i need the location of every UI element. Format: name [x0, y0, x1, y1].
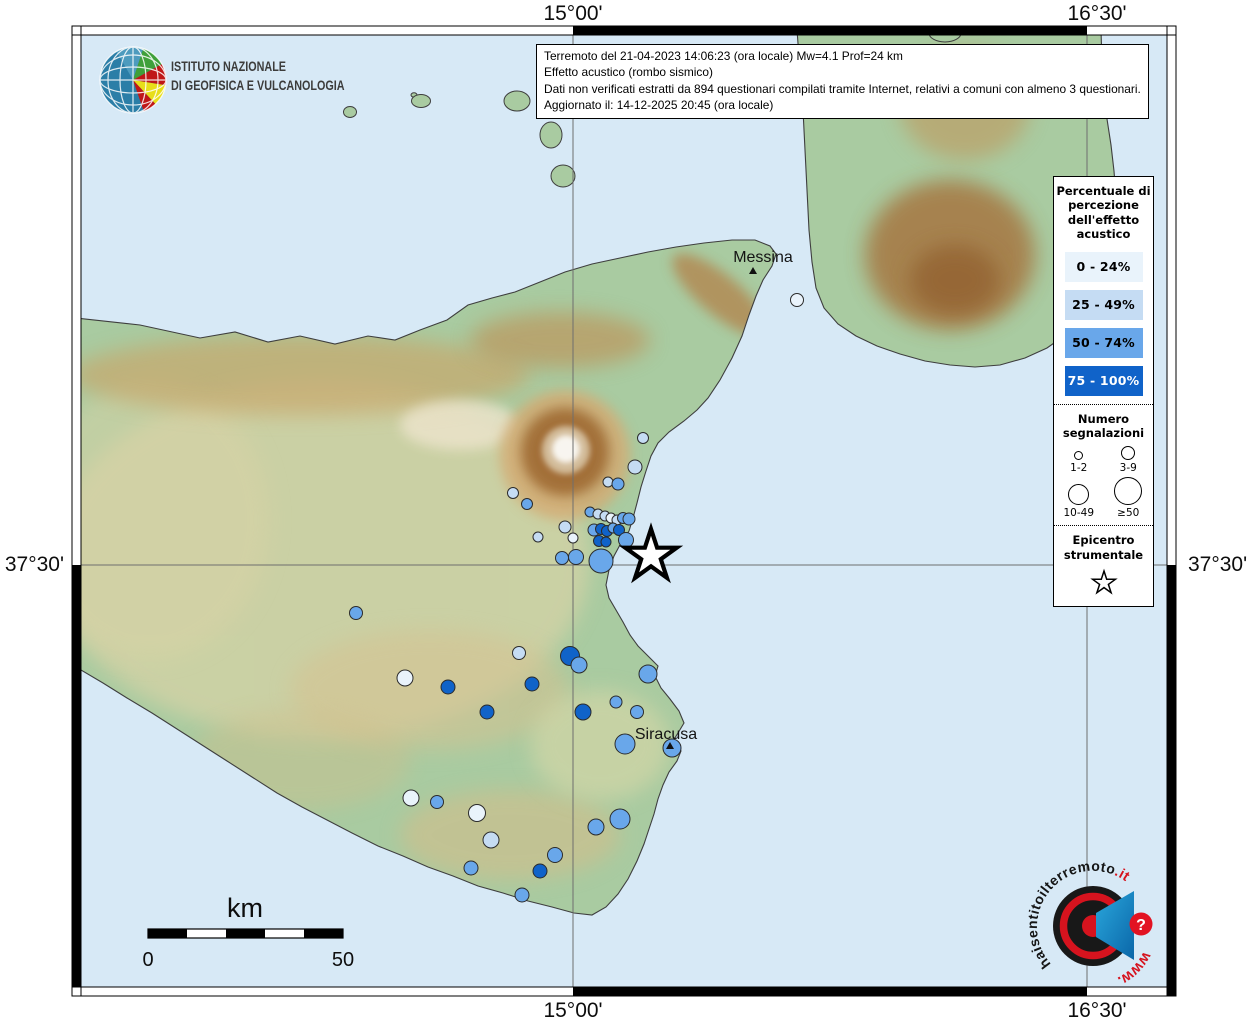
legend-class-swatch: 50 - 74% — [1065, 328, 1143, 358]
report-circle — [508, 488, 519, 499]
coord-bottom-16: 16°30' — [1047, 999, 1147, 1023]
report-circle — [559, 521, 571, 533]
report-circle — [575, 704, 591, 720]
legend-epicenter-section: Epicentro strumentale — [1054, 525, 1153, 606]
report-circle — [568, 533, 578, 543]
size-label: ≥50 — [1117, 507, 1139, 519]
info-line-updated: Aggiornato il: 14-12-2025 20:45 (ora loc… — [544, 97, 1141, 113]
coord-right-37: 37°30' — [1188, 553, 1255, 577]
report-circle — [610, 696, 622, 708]
ingv-logo — [100, 47, 166, 113]
report-circle — [525, 677, 539, 691]
ingv-line1: ISTITUTO NAZIONALE — [171, 58, 345, 77]
size-label: 10-49 — [1063, 507, 1094, 519]
question-mark: ? — [1136, 917, 1146, 934]
macroseismic-map-page: Messina Siracusa km 0 50 — [0, 0, 1255, 1024]
size-circle-icon — [1068, 484, 1089, 505]
legend-size-item: ≥50 — [1104, 475, 1154, 520]
epicenter-legend-star-icon — [1088, 566, 1120, 598]
legend-class-swatch: 75 - 100% — [1065, 366, 1143, 396]
report-circle — [469, 805, 486, 822]
legend-class-swatch: 0 - 24% — [1065, 252, 1143, 282]
legend-size-list: 1-2 3-9 10-49 ≥50 — [1054, 442, 1153, 525]
report-circle — [623, 513, 635, 525]
report-circle — [610, 809, 630, 829]
report-circle — [619, 533, 634, 548]
report-circle — [569, 550, 584, 565]
legend-perception-title: Percentuale di percezione dell'effetto a… — [1054, 177, 1153, 244]
legend-perception-section: Percentuale di percezione dell'effetto a… — [1054, 177, 1153, 396]
report-circle — [533, 532, 543, 542]
report-circle — [483, 832, 499, 848]
ingv-wordmark: ISTITUTO NAZIONALE DI GEOFISICA E VULCAN… — [171, 58, 345, 96]
report-circle — [464, 861, 478, 875]
size-label: 1-2 — [1070, 462, 1087, 474]
report-circle — [556, 552, 569, 565]
info-line-effect: Effetto acustico (rombo sismico) — [544, 64, 1141, 80]
event-info-box: Terremoto del 21-04-2023 14:06:23 (ora l… — [536, 44, 1149, 119]
report-circle — [522, 499, 533, 510]
report-circle — [628, 460, 642, 474]
size-label: 3-9 — [1120, 462, 1137, 474]
legend-class-list: 0 - 24% 25 - 49% 50 - 74% 75 - 100% — [1054, 252, 1153, 396]
report-circle — [601, 537, 611, 547]
scalebar-end: 50 — [332, 949, 354, 971]
report-circle — [515, 888, 529, 902]
report-circle — [615, 734, 635, 754]
info-line-event: Terremoto del 21-04-2023 14:06:23 (ora l… — [544, 48, 1141, 64]
report-circle — [631, 706, 644, 719]
report-circle — [603, 477, 613, 487]
legend-class-swatch: 25 - 49% — [1065, 290, 1143, 320]
size-circle-icon — [1114, 477, 1142, 505]
legend-size-item: 3-9 — [1104, 444, 1154, 475]
report-circle — [441, 680, 455, 694]
report-circle — [403, 790, 419, 806]
coord-bottom-15: 15°00' — [523, 999, 623, 1023]
report-circle — [571, 657, 587, 673]
legend-reports-section: Numero segnalazioni 1-2 3-9 10-49 ≥50 — [1054, 404, 1153, 526]
legend-reports-title: Numero segnalazioni — [1054, 405, 1153, 443]
info-line-source: Dati non verificati estratti da 894 ques… — [544, 81, 1141, 97]
report-circle — [588, 819, 604, 835]
scalebar-start: 0 — [142, 949, 153, 971]
map-legend: Percentuale di percezione dell'effetto a… — [1053, 176, 1154, 607]
coord-top-15: 15°00' — [523, 2, 623, 26]
report-circle — [589, 549, 613, 573]
legend-size-item: 1-2 — [1054, 449, 1104, 475]
report-circle — [513, 647, 526, 660]
report-circle — [548, 848, 563, 863]
report-circle — [480, 705, 494, 719]
report-circle — [533, 864, 547, 878]
scalebar-unit: km — [227, 893, 263, 923]
city-label: Siracusa — [635, 726, 697, 743]
report-circle — [350, 607, 363, 620]
size-circle-icon — [1074, 451, 1083, 460]
report-circle — [431, 796, 444, 809]
report-circle — [639, 665, 657, 683]
size-circle-icon — [1121, 446, 1135, 460]
coord-top-16: 16°30' — [1047, 2, 1147, 26]
ingv-line2: DI GEOFISICA E VULCANOLOGIA — [171, 77, 345, 96]
legend-size-item: 10-49 — [1054, 482, 1104, 520]
report-circle — [791, 294, 804, 307]
coord-left-37: 37°30' — [0, 553, 64, 577]
report-circle — [638, 433, 649, 444]
report-circle — [397, 670, 413, 686]
report-circle — [612, 478, 624, 490]
legend-epicenter-title: Epicentro strumentale — [1054, 526, 1153, 564]
city-label: Messina — [733, 249, 793, 266]
